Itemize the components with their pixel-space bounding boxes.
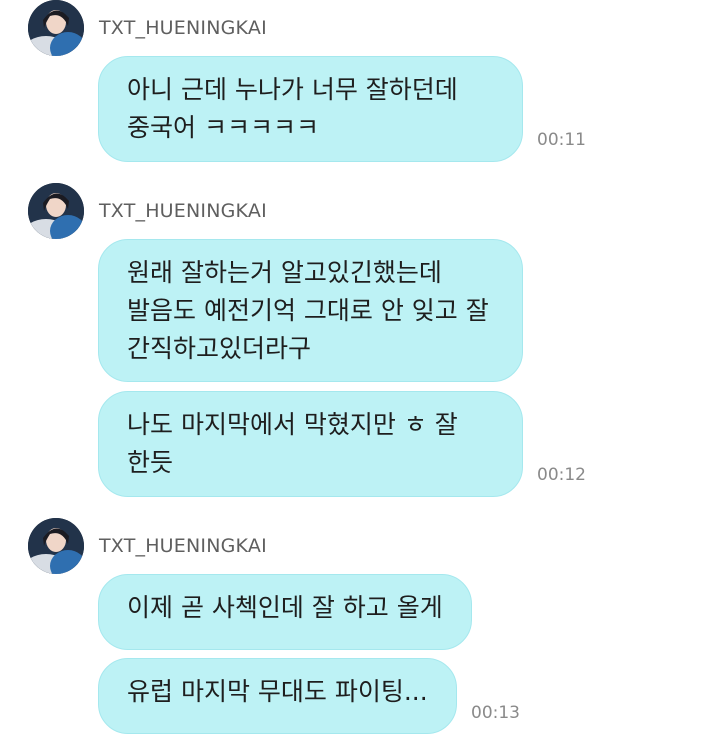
message-time: 00:11 bbox=[537, 130, 586, 150]
avatar[interactable] bbox=[28, 183, 84, 239]
sender-name: TXT_HUENINGKAI bbox=[99, 17, 267, 39]
message-bubble[interactable]: 원래 잘하는거 알고있긴했는데 발음도 예전기억 그대로 안 잊고 잘 간직하고… bbox=[98, 239, 523, 382]
message-bubble[interactable]: 유럽 마지막 무대도 파이팅... bbox=[98, 658, 457, 734]
avatar[interactable] bbox=[28, 518, 84, 574]
message-time: 00:12 bbox=[537, 465, 586, 485]
avatar[interactable] bbox=[28, 0, 84, 56]
sender-name: TXT_HUENINGKAI bbox=[99, 535, 267, 557]
message-bubble[interactable]: 나도 마지막에서 막혔지만 ㅎ 잘 한듯 bbox=[98, 391, 523, 497]
message-bubble[interactable]: 이제 곧 사첵인데 잘 하고 올게 bbox=[98, 574, 472, 650]
message-bubble[interactable]: 아니 근데 누나가 너무 잘하던데 중국어 ㅋㅋㅋㅋㅋ bbox=[98, 56, 523, 162]
message-time: 00:13 bbox=[471, 703, 520, 723]
sender-name: TXT_HUENINGKAI bbox=[99, 200, 267, 222]
